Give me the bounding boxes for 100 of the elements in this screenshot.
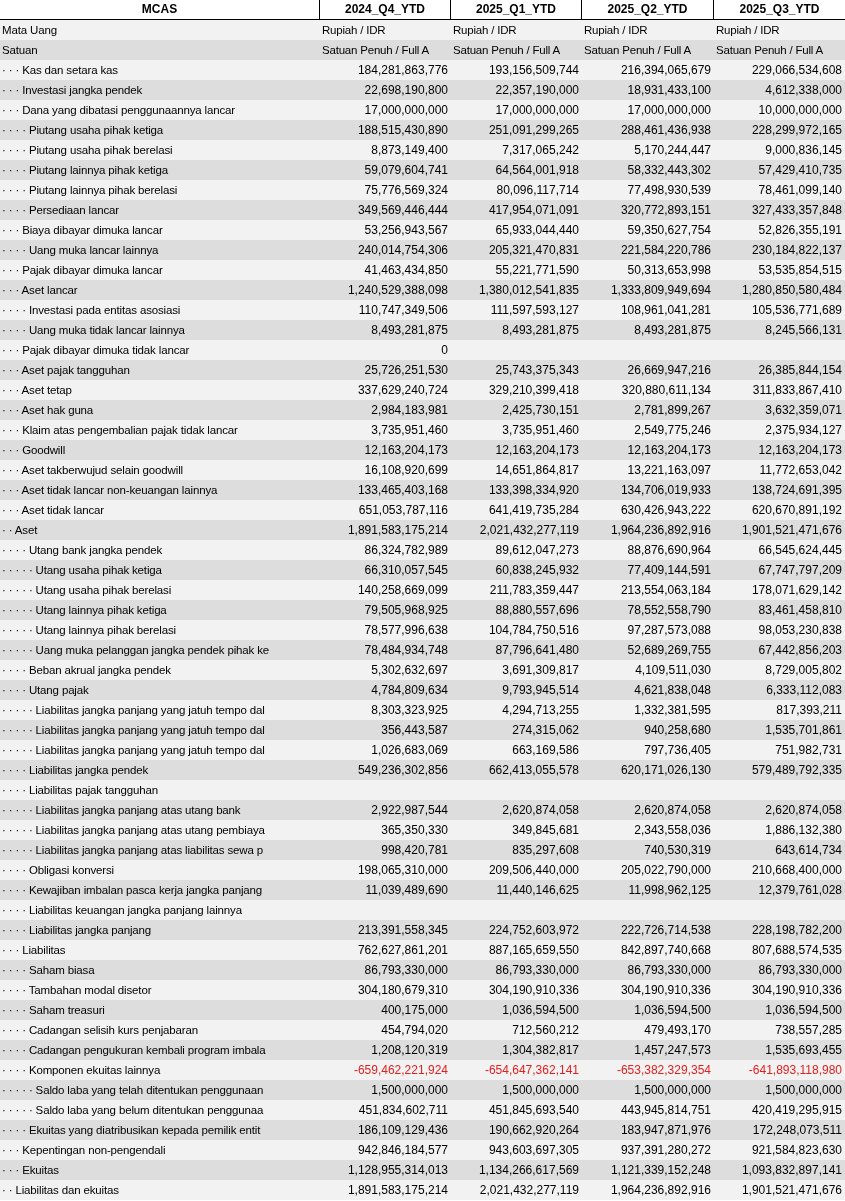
table-cell-text: 25,726,251,530 xyxy=(363,362,449,379)
table-cell-text: 67,442,856,203 xyxy=(757,642,843,659)
table-cell-text: 138,724,691,395 xyxy=(750,482,843,499)
table-cell-text: 349,569,446,444 xyxy=(356,202,449,219)
row-label: · · · · Piutang lainnya pihak ketiga xyxy=(1,163,169,178)
table-cell-text: 9,793,945,514 xyxy=(501,682,580,699)
row-label: · · · Pajak dibayar dimuka tidak lancar xyxy=(1,343,191,358)
table-cell-text: 8,493,281,875 xyxy=(501,322,580,339)
table-cell-text: 133,465,403,168 xyxy=(356,482,449,499)
table-cell-text: 1,134,266,617,569 xyxy=(477,1162,580,1179)
table-cell-text: 88,880,557,696 xyxy=(494,602,580,619)
table-cell-text: 186,109,129,436 xyxy=(356,1122,449,1139)
table-cell-text: 304,190,910,336 xyxy=(487,982,580,999)
table-cell-text: 8,245,566,131 xyxy=(764,322,843,339)
row-label: · · · · · Liabilitas jangka panjang atas utang pembiaya xyxy=(1,823,266,838)
table-cell-text: 8,873,149,400 xyxy=(370,142,449,159)
row-label: · · · · Cadangan selisih kurs penjabaran xyxy=(1,1023,199,1038)
row-label: Satuan xyxy=(1,43,39,58)
table-cell-text: 13,221,163,097 xyxy=(626,462,712,479)
table-cell-text: 11,772,653,042 xyxy=(758,462,843,479)
table-cell-text: 12,379,761,028 xyxy=(757,882,843,899)
table-cell-text: 9,000,836,145 xyxy=(764,142,843,159)
table-cell-text: 400,175,000 xyxy=(380,1002,449,1019)
row-label: · · · · · Saldo laba yang belum ditentukan penggunaa xyxy=(1,1103,265,1118)
table-cell-text: 58,332,443,302 xyxy=(626,162,712,179)
table-cell-text: 8,303,323,925 xyxy=(370,702,449,719)
table-cell-text: 55,221,771,590 xyxy=(494,262,580,279)
table-cell-text: 75,776,569,324 xyxy=(363,182,449,199)
table-cell-text: 337,629,240,724 xyxy=(356,382,449,399)
table-cell-text: 17,000,000,000 xyxy=(494,102,580,119)
table-cell-text: 797,736,405 xyxy=(643,742,712,759)
table-cell-text: 111,597,593,127 xyxy=(489,302,580,319)
table-cell-text: 451,834,602,711 xyxy=(357,1102,449,1119)
table-cell-text: 133,398,334,920 xyxy=(487,482,580,499)
table-cell-text: 1,457,247,573 xyxy=(633,1042,712,1059)
table-cell-text: 304,180,679,310 xyxy=(356,982,449,999)
table-cell-text: 817,393,211 xyxy=(775,702,843,719)
table-cell-text: 80,096,117,714 xyxy=(495,182,580,199)
table-cell-text: 2,425,730,151 xyxy=(501,402,580,419)
table-cell-text: 188,515,430,890 xyxy=(356,122,449,139)
table-cell-text: 12,163,204,173 xyxy=(757,442,843,459)
table-cell-text: 651,053,787,116 xyxy=(357,502,449,519)
table-cell-text: 1,964,236,892,916 xyxy=(609,522,712,539)
row-label: · · · Investasi jangka pendek xyxy=(1,83,144,98)
table-cell-text: 1,280,850,580,484 xyxy=(740,282,843,299)
table-cell-text: 1,891,583,175,214 xyxy=(346,1182,449,1199)
table-cell-text: 274,315,062 xyxy=(511,722,580,739)
table-cell-text: 2,620,874,058 xyxy=(501,802,580,819)
row-label: · · · Aset hak guna xyxy=(1,403,95,418)
table-cell-text: 52,689,269,755 xyxy=(626,642,712,659)
table-cell-text: 1,240,529,388,098 xyxy=(346,282,449,299)
row-label: · · · Dana yang dibatasi penggunaannya lancar xyxy=(1,103,236,118)
row-label: · · · Aset tidak lancar xyxy=(1,503,105,518)
table-cell-text: 86,793,330,000 xyxy=(363,962,449,979)
table-cell-text: 6,333,112,083 xyxy=(765,682,843,699)
table-cell-text: 1,036,594,500 xyxy=(633,1002,712,1019)
row-label: · · · · · Liabilitas jangka panjang atas utang bank xyxy=(1,803,242,818)
row-label: · · · · · Liabilitas jangka panjang yang jatuh tempo dal xyxy=(1,743,266,758)
table-cell-text: 229,066,534,608 xyxy=(750,62,843,79)
table-cell-text: 620,171,026,130 xyxy=(619,762,712,779)
row-label: · · · Goodwill xyxy=(1,443,67,458)
table-cell-text: 193,156,509,744 xyxy=(487,62,580,79)
table-cell-text: 7,317,065,242 xyxy=(501,142,580,159)
table-cell-text: 41,463,434,850 xyxy=(363,262,449,279)
table-cell-text: 2,620,874,058 xyxy=(764,802,843,819)
table-cell-text: 87,796,641,480 xyxy=(494,642,580,659)
table-cell-text: 178,071,629,142 xyxy=(750,582,843,599)
row-label: · · · Aset lancar xyxy=(1,283,79,298)
row-label: · · · Biaya dibayar dimuka lancar xyxy=(1,223,164,238)
row-label: · · · · · Utang usaha pihak berelasi xyxy=(1,583,173,598)
table-cell-text: 230,184,822,137 xyxy=(750,242,843,259)
table-cell-text: 50,313,653,998 xyxy=(626,262,712,279)
table-cell-text: 228,198,782,200 xyxy=(750,922,843,939)
table-cell-text: 59,350,627,754 xyxy=(626,222,712,239)
row-label: · · · · · Saldo laba yang telah ditentukan penggunaan xyxy=(1,1083,265,1098)
table-cell-text: 0 xyxy=(440,342,449,359)
table-cell-text: 8,729,005,802 xyxy=(764,662,843,679)
table-cell-text: 5,170,244,447 xyxy=(633,142,712,159)
table-cell-text: 1,500,000,000 xyxy=(633,1082,712,1099)
table-cell-text: 1,036,594,500 xyxy=(764,1002,843,1019)
row-label: · · · · · Liabilitas jangka panjang atas liabilitas sewa p xyxy=(1,843,265,858)
table-cell-text: 443,945,814,751 xyxy=(619,1102,712,1119)
table-cell-text: 417,954,071,091 xyxy=(487,202,580,219)
table-cell-text: 228,299,972,165 xyxy=(750,122,843,139)
row-label: · · · · Liabilitas pajak tangguhan xyxy=(1,783,159,798)
table-cell-text: 67,747,797,209 xyxy=(757,562,843,579)
table-cell-text: 1,886,132,380 xyxy=(764,822,843,839)
row-label: · · · · Uang muka lancar lainnya xyxy=(1,243,160,258)
row-label: · · · · Kewajiban imbalan pasca kerja jangka panjang xyxy=(1,883,264,898)
table-cell-text: 210,668,400,000 xyxy=(750,862,843,879)
table-cell-text: 1,964,236,892,916 xyxy=(609,1182,712,1199)
table-cell-text: -653,382,329,354 xyxy=(615,1062,712,1079)
table-cell-text: 83,461,458,810 xyxy=(757,602,843,619)
table-cell-text: 2,781,899,267 xyxy=(633,402,712,419)
table-cell-text: 356,443,587 xyxy=(380,722,449,739)
table-cell-text: 77,409,144,591 xyxy=(626,562,712,579)
table-cell-text: 205,022,790,000 xyxy=(619,862,712,879)
table-cell-text: 2,549,775,246 xyxy=(633,422,712,439)
table-cell-text: 86,793,330,000 xyxy=(494,962,580,979)
table-cell-text: 25,743,375,343 xyxy=(494,362,580,379)
